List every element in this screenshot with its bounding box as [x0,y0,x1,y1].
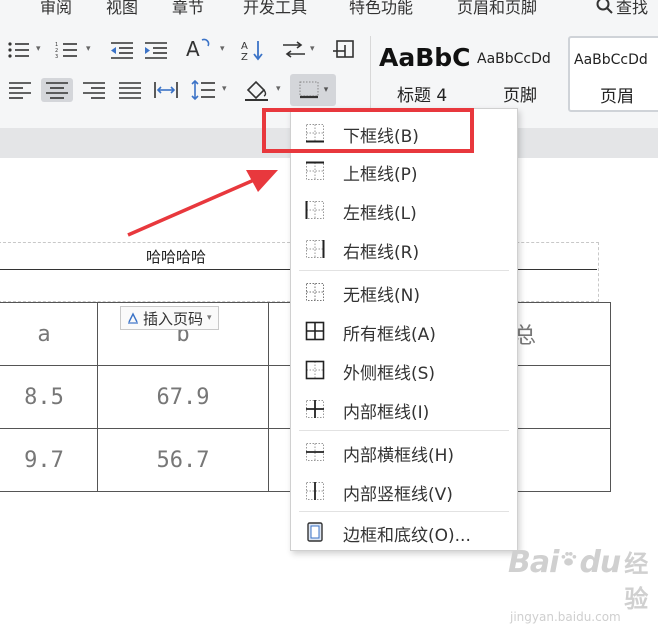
highlight-box [262,108,474,153]
border-inside-icon [306,400,324,418]
border-inside-vertical-icon [306,482,324,500]
borders-dropdown-menu: 下框线(B) 上框线(P) 左框线(L) 右框线(R) 无框线(N) 所有框线(… [290,108,518,551]
menu-item-label: 上框线(P) [343,165,418,185]
menu-item-border-right[interactable]: 右框线(R) [291,229,517,267]
watermark-brand-suffix: du [579,545,621,580]
menu-item-label: 外侧框线(S) [343,364,436,384]
watermark-brand: Bai [508,545,559,580]
border-left-icon [305,201,324,219]
border-right-icon [306,240,325,258]
menu-item-border-inside[interactable]: 内部框线(I) [291,389,517,427]
menu-item-border-top[interactable]: 上框线(P) [291,151,517,189]
watermark-jingyan: 经验 [624,550,648,613]
menu-item-border-outside[interactable]: 外侧框线(S) [291,350,517,388]
border-outside-icon [305,360,325,380]
border-inside-horizontal-icon [306,443,324,461]
menu-separator [299,270,509,271]
menu-item-border-none[interactable]: 无框线(N) [291,272,517,310]
menu-item-border-left[interactable]: 左框线(L) [291,190,517,228]
menu-separator [299,430,509,431]
menu-item-border-all[interactable]: 所有框线(A) [291,311,517,349]
menu-item-label: 无框线(N) [343,286,420,306]
baidu-jingyan-watermark: Bai du 经验 jingyan.baidu.com [508,544,658,624]
menu-item-label: 所有框线(A) [343,325,436,345]
menu-item-label: 内部竖框线(V) [343,485,453,505]
border-none-icon [306,283,324,301]
menu-item-label: 内部横框线(H) [343,446,455,466]
menu-item-border-inside-horizontal[interactable]: 内部横框线(H) [291,432,517,470]
menu-item-border-inside-vertical[interactable]: 内部竖框线(V) [291,471,517,509]
border-top-icon [306,161,324,180]
menu-item-label: 右框线(R) [343,243,420,263]
menu-item-label: 左框线(L) [343,204,417,224]
menu-item-label: 边框和底纹(O)... [343,526,471,546]
borders-and-shading-icon [307,522,323,542]
menu-item-borders-and-shading[interactable]: 边框和底纹(O)... [291,512,517,550]
menu-item-label: 内部框线(I) [343,403,430,423]
paw-icon [561,552,577,566]
border-all-icon [305,321,325,341]
